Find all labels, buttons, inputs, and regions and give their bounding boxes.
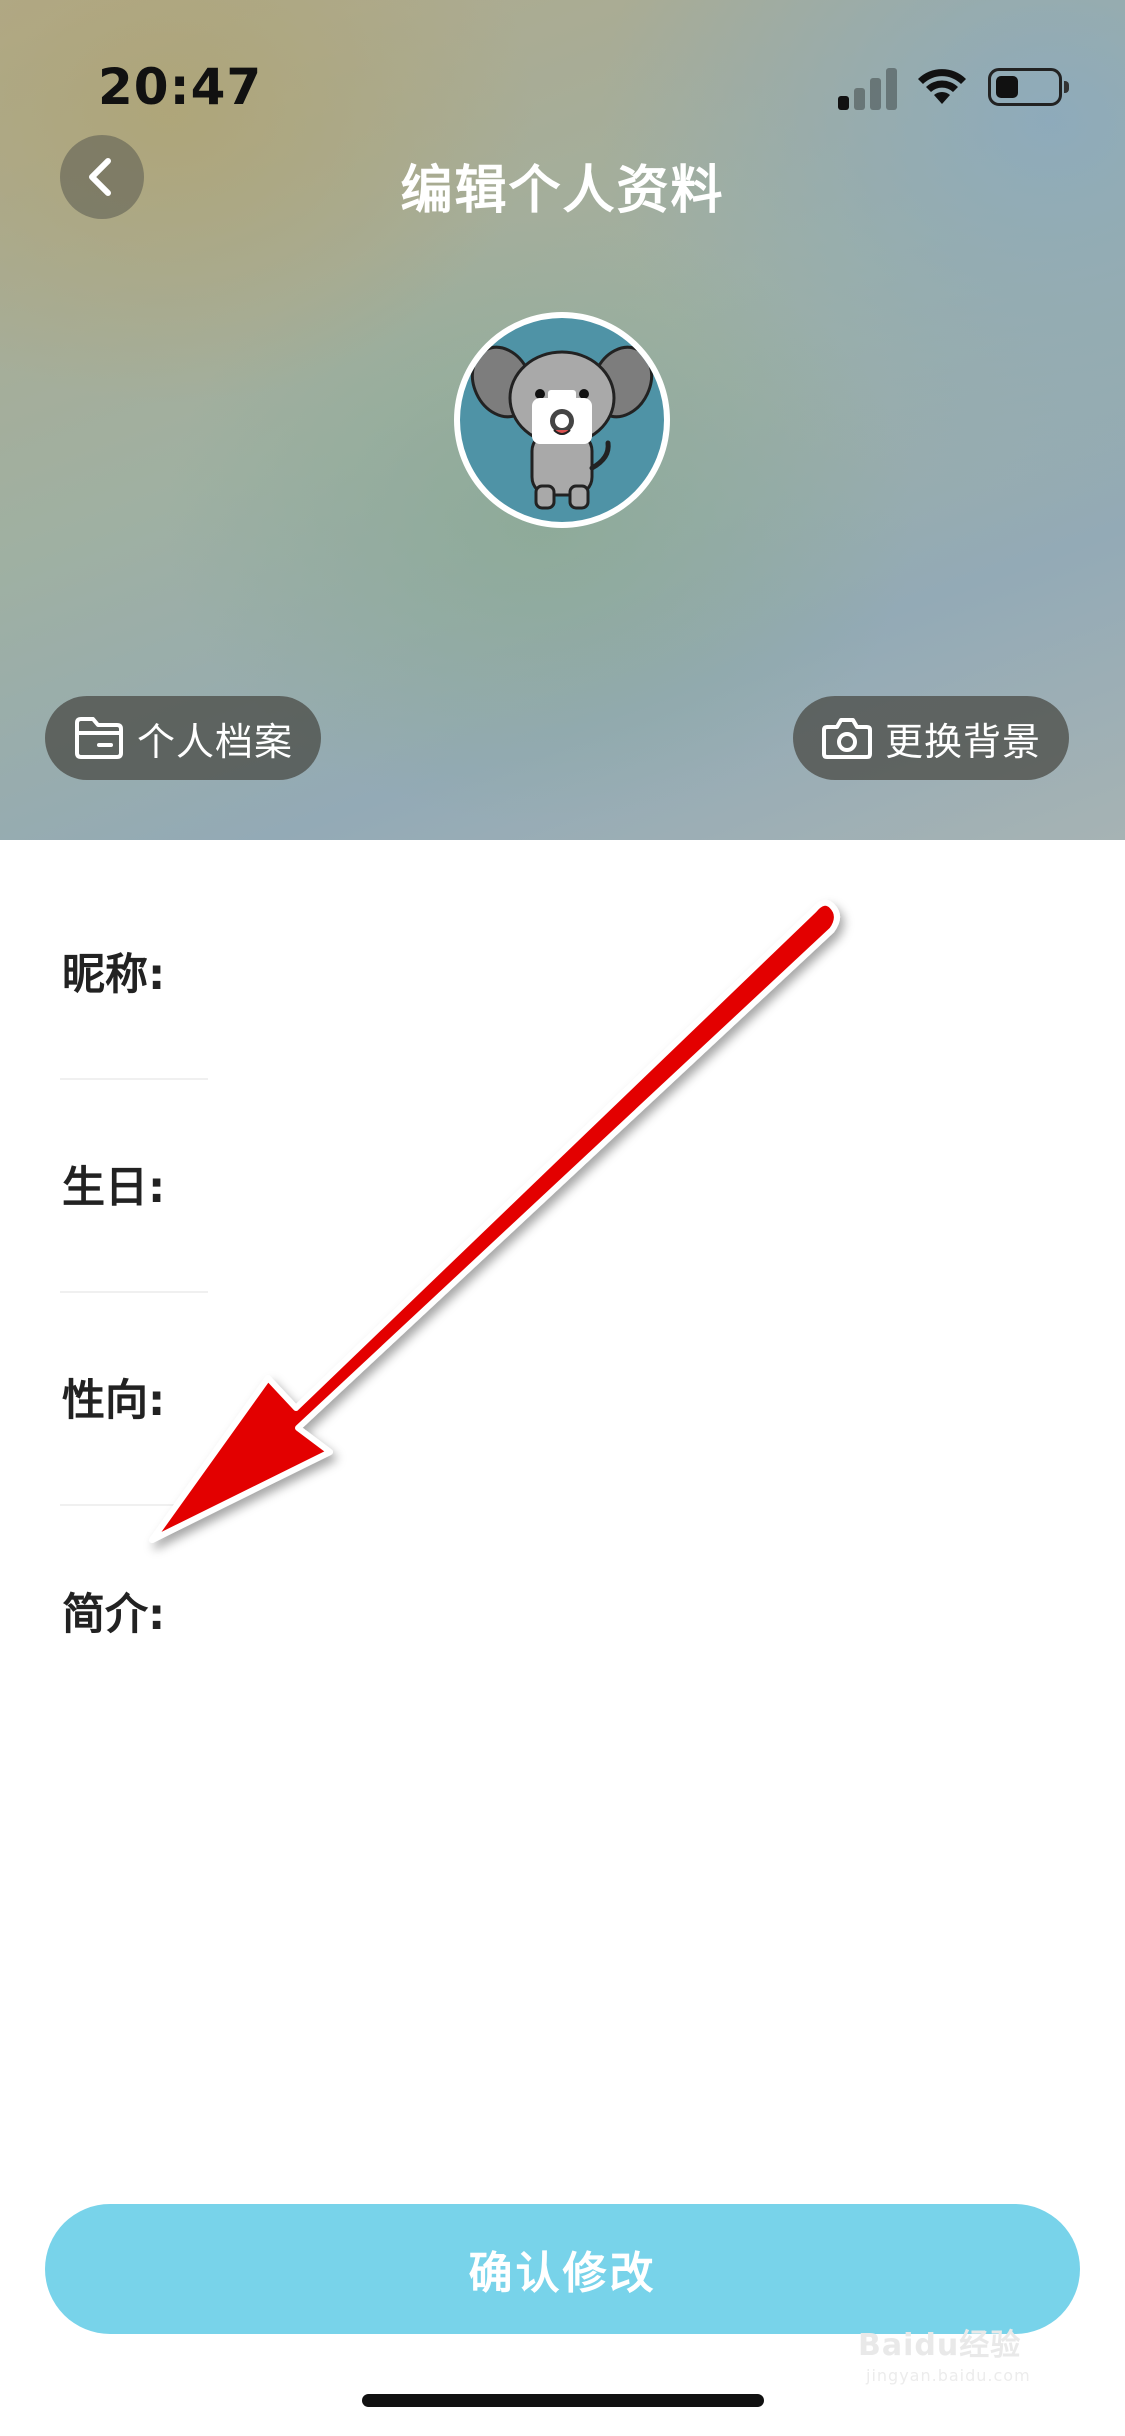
- watermark-brand: Baidu经验: [858, 2328, 1022, 2363]
- confirm-button[interactable]: 确认修改: [45, 2204, 1080, 2334]
- watermark: Baidu经验 jingyan.baidu.com: [858, 2320, 1078, 2390]
- watermark-url: jingyan.baidu.com: [866, 2366, 1031, 2385]
- home-indicator: [362, 2394, 764, 2407]
- annotation-arrow: [149, 899, 840, 1543]
